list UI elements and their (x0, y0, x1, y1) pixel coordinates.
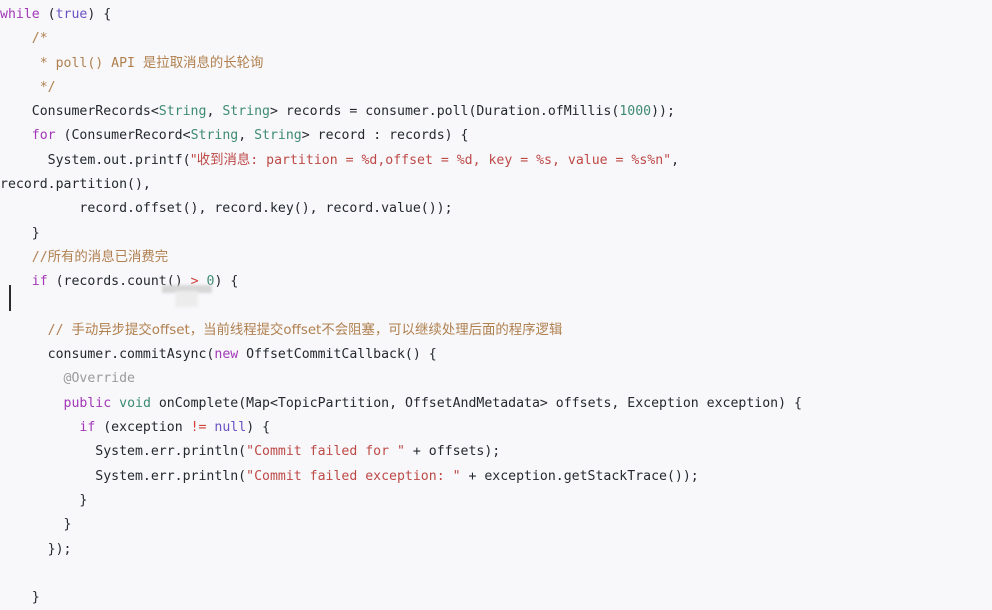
code-text: , (671, 152, 680, 168)
code-line: record.partition(), (0, 173, 992, 197)
code-text: , (206, 104, 223, 120)
keyword-public: public (63, 395, 112, 411)
code-text: } (0, 225, 40, 241)
redacted-blur-overlay-secondary (175, 291, 198, 307)
operator-not-equal: != (190, 420, 207, 436)
code-text: , (238, 128, 255, 144)
comment-text-cjk: 手动异步提交offset，当前线程提交offset不会阻塞，可以继续处理后面的程… (71, 322, 563, 338)
keyword-if: if (31, 274, 48, 290)
code-text: ) { (214, 274, 239, 290)
code-line: System.err.println("Commit failed except… (0, 465, 992, 489)
keyword-if: if (79, 420, 96, 436)
code-text: + offsets); (404, 444, 501, 460)
string-literal-cjk: "收到消息 (190, 152, 251, 168)
code-line: for (ConsumerRecord<String, String> reco… (0, 124, 992, 148)
code-text: (exception (95, 420, 191, 436)
type-string: String (222, 104, 270, 120)
code-text: ( (39, 7, 56, 22)
keyword-void: void (119, 395, 151, 411)
code-text: onComplete(Map<TopicPartition, OffsetAnd… (150, 395, 802, 411)
code-text: ) { (87, 7, 112, 22)
code-line: public void onComplete(Map<TopicPartitio… (0, 392, 992, 416)
code-line: //所有的消息已消费完 (0, 246, 992, 270)
keyword-new: new (214, 347, 239, 363)
code-text: } (0, 517, 72, 533)
code-text: ConsumerRecords< (0, 104, 159, 120)
code-line-empty (0, 562, 992, 586)
code-listing: while (true) { /* * poll() API 是拉取消息的长轮询… (0, 3, 992, 610)
literal-null: null (214, 420, 247, 436)
code-line: ConsumerRecords<String, String> records … (0, 100, 992, 124)
comment-block-open: /* (0, 31, 48, 47)
code-text: ) { (246, 420, 271, 436)
code-text: )); (651, 104, 675, 120)
code-line: while (true) { (0, 3, 992, 27)
code-line: } (0, 489, 992, 513)
comment-text-cjk: 是拉取消息的长轮询 (142, 55, 264, 71)
type-string: String (254, 128, 302, 144)
code-line: @Override (0, 367, 992, 391)
string-literal: : partition = %d,offset = %d, key = %s, … (250, 152, 672, 168)
comment-slashes: // (0, 249, 48, 265)
code-line: if (records.count() > 0) { (0, 270, 992, 294)
code-line: System.err.println("Commit failed for " … (0, 440, 992, 464)
number-literal: 1000 (619, 104, 652, 120)
comment-text-cjk: 所有的消息已消费完 (47, 249, 169, 265)
code-text: OffsetCommitCallback() { (238, 347, 437, 363)
type-string: String (190, 128, 239, 144)
code-text: > record : records) { (301, 128, 469, 144)
code-text: consumer.commitAsync( (0, 347, 215, 363)
code-editor-surface[interactable]: while (true) { /* * poll() API 是拉取消息的长轮询… (0, 0, 992, 605)
type-string: String (158, 104, 207, 120)
code-text: System.err.println( (0, 444, 247, 460)
code-text: }); (0, 541, 72, 557)
code-line: consumer.commitAsync(new OffsetCommitCal… (0, 343, 992, 367)
code-text: System.out.printf( (0, 152, 191, 168)
code-line: } (0, 586, 992, 610)
comment-text: * poll() API (0, 55, 143, 71)
code-line: System.out.printf("收到消息: partition = %d,… (0, 149, 992, 173)
text-cursor-caret (9, 285, 11, 311)
code-line: } (0, 513, 992, 537)
code-text: (ConsumerRecord< (55, 128, 191, 144)
comment-block-close: */ (0, 79, 56, 95)
code-text: System.err.println( (0, 468, 247, 484)
string-literal: "Commit failed for " (246, 444, 405, 460)
string-literal: "Commit failed exception: " (246, 468, 461, 484)
code-line: if (exception != null) { (0, 416, 992, 440)
literal-true: true (55, 7, 88, 22)
code-text: + exception.getStackTrace()); (460, 468, 699, 484)
keyword-while: while (0, 7, 40, 22)
code-text: } (0, 492, 88, 508)
comment-slashes: // (0, 322, 72, 338)
code-line: // 手动异步提交offset，当前线程提交offset不会阻塞，可以继续处理后… (0, 319, 992, 343)
code-text: record.partition(), (0, 177, 151, 193)
code-line: */ (0, 76, 992, 100)
code-line: record.offset(), record.key(), record.va… (0, 197, 992, 221)
code-line-empty (0, 295, 992, 319)
code-text: > records = consumer.poll(Duration.ofMil… (269, 104, 620, 120)
code-text: record.offset(), record.key(), record.va… (0, 201, 453, 217)
code-line: /* (0, 27, 992, 51)
keyword-for: for (31, 128, 56, 144)
code-line: }); (0, 538, 992, 562)
code-line: } (0, 222, 992, 246)
code-line: * poll() API 是拉取消息的长轮询 (0, 52, 992, 76)
annotation-override: @Override (0, 371, 135, 387)
